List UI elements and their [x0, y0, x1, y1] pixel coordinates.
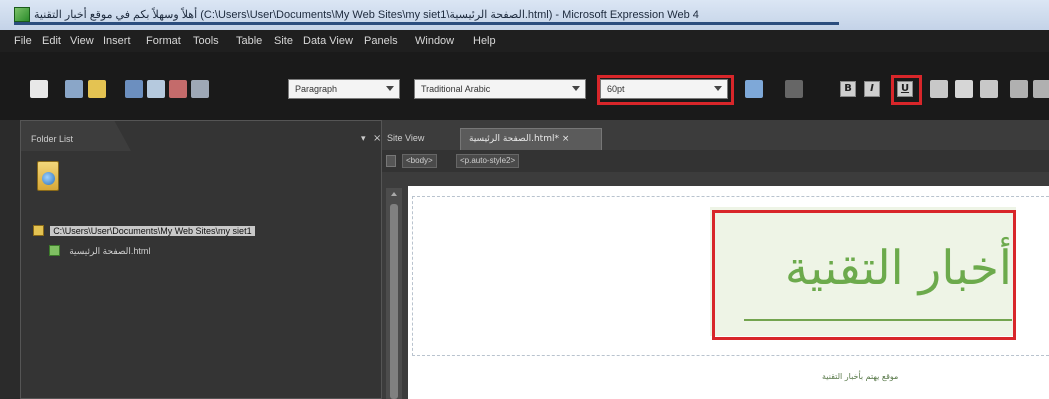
site-folder-icon[interactable]: [37, 161, 59, 191]
menu-tools[interactable]: Tools: [193, 35, 219, 47]
align-center-icon[interactable]: [955, 80, 973, 98]
align-right-icon[interactable]: [980, 80, 998, 98]
folder-list-panel: Folder List ▾ × C:\Users\User\Documents\…: [20, 120, 382, 399]
open-site-icon[interactable]: [65, 80, 83, 98]
menu-window[interactable]: Window: [415, 35, 454, 47]
vertical-scrollbar[interactable]: [386, 188, 402, 399]
folder-list-tab[interactable]: Folder List: [21, 121, 131, 151]
numbered-list-icon[interactable]: [1010, 80, 1028, 98]
heading-highlight-box: [712, 210, 1016, 340]
breadcrumb-paragraph[interactable]: <p.auto-style2>: [456, 154, 520, 168]
font-size-highlight-box: [597, 75, 734, 105]
tag-selector-icon[interactable]: [386, 155, 396, 167]
bold-button[interactable]: B: [840, 81, 856, 97]
style-dropdown[interactable]: Paragraph: [288, 79, 400, 99]
page-subtext[interactable]: موقع يهتم بأخبار التقنية: [822, 372, 898, 381]
menu-insert[interactable]: Insert: [103, 35, 131, 47]
scroll-up-icon[interactable]: [391, 192, 397, 196]
folder-icon: [33, 225, 44, 236]
editor-area: Site View الصفحة الرئيسية.html* × <body>…: [382, 120, 1049, 399]
font-dropdown-value: Traditional Arabic: [421, 84, 491, 94]
font-dropdown[interactable]: Traditional Arabic: [414, 79, 586, 99]
tree-item-label: الصفحة الرئيسية.html: [69, 245, 151, 256]
breadcrumb-body[interactable]: <body>: [402, 154, 437, 168]
menu-format[interactable]: Format: [146, 35, 181, 47]
menu-view[interactable]: View: [70, 35, 94, 47]
scrollbar-thumb[interactable]: [390, 204, 398, 399]
formatting-toolbar: Paragraph Traditional Arabic 60pt B I U: [0, 52, 1049, 120]
tree-item-site-root[interactable]: C:\Users\User\Documents\My Web Sites\my …: [33, 225, 255, 241]
tab-document[interactable]: الصفحة الرئيسية.html* ×: [460, 128, 602, 150]
underline-highlight-box: [891, 75, 922, 105]
active-window-strip: [14, 22, 839, 25]
menu-file[interactable]: File: [14, 35, 32, 47]
redo-icon[interactable]: [785, 80, 803, 98]
expression-web-app-icon: [14, 7, 30, 22]
chevron-down-icon: [572, 86, 580, 91]
document-tab-label: الصفحة الرئيسية.html* ×: [469, 134, 570, 144]
menu-site[interactable]: Site: [274, 35, 293, 47]
preview-in-browser-icon[interactable]: [169, 80, 187, 98]
menu-edit[interactable]: Edit: [42, 35, 61, 47]
design-view-page[interactable]: أخبار التقنية موقع يهتم بأخبار التقنية: [408, 186, 1049, 399]
print-icon[interactable]: [191, 80, 209, 98]
menu-data-view[interactable]: Data View: [303, 35, 353, 47]
chevron-down-icon: [386, 86, 394, 91]
undo-icon[interactable]: [745, 80, 763, 98]
save-icon[interactable]: [125, 80, 143, 98]
tab-site-view[interactable]: Site View: [387, 133, 424, 143]
close-icon[interactable]: ×: [373, 133, 381, 144]
quick-tag-selector: <body> <p.auto-style2>: [382, 150, 1049, 172]
window-title: أهلاً وسهلاً بكم في موقع أخبار التقنية (…: [34, 9, 699, 21]
editor-tabs: Site View الصفحة الرئيسية.html* ×: [382, 128, 1049, 150]
menu-panels[interactable]: Panels: [364, 35, 398, 47]
menu-bar: File Edit View Insert Format Tools Table…: [0, 30, 1049, 52]
menu-table[interactable]: Table: [236, 35, 262, 47]
bulleted-list-icon[interactable]: [1033, 80, 1049, 98]
tree-item-label: C:\Users\User\Documents\My Web Sites\my …: [50, 225, 255, 236]
menu-help[interactable]: Help: [473, 35, 496, 47]
italic-button[interactable]: I: [864, 81, 880, 97]
open-folder-icon[interactable]: [88, 80, 106, 98]
app-window: أهلاً وسهلاً بكم في موقع أخبار التقنية (…: [0, 0, 1049, 399]
title-bar: أهلاً وسهلاً بكم في موقع أخبار التقنية (…: [0, 0, 1049, 30]
style-dropdown-value: Paragraph: [295, 84, 338, 94]
html-file-icon: [49, 245, 60, 256]
pin-icon[interactable]: ▾: [361, 134, 366, 144]
tree-item-home-page[interactable]: الصفحة الرئيسية.html: [49, 245, 153, 261]
folder-list-title: Folder List: [31, 134, 74, 144]
publish-icon[interactable]: [147, 80, 165, 98]
align-left-icon[interactable]: [930, 80, 948, 98]
new-document-icon[interactable]: [30, 80, 48, 98]
